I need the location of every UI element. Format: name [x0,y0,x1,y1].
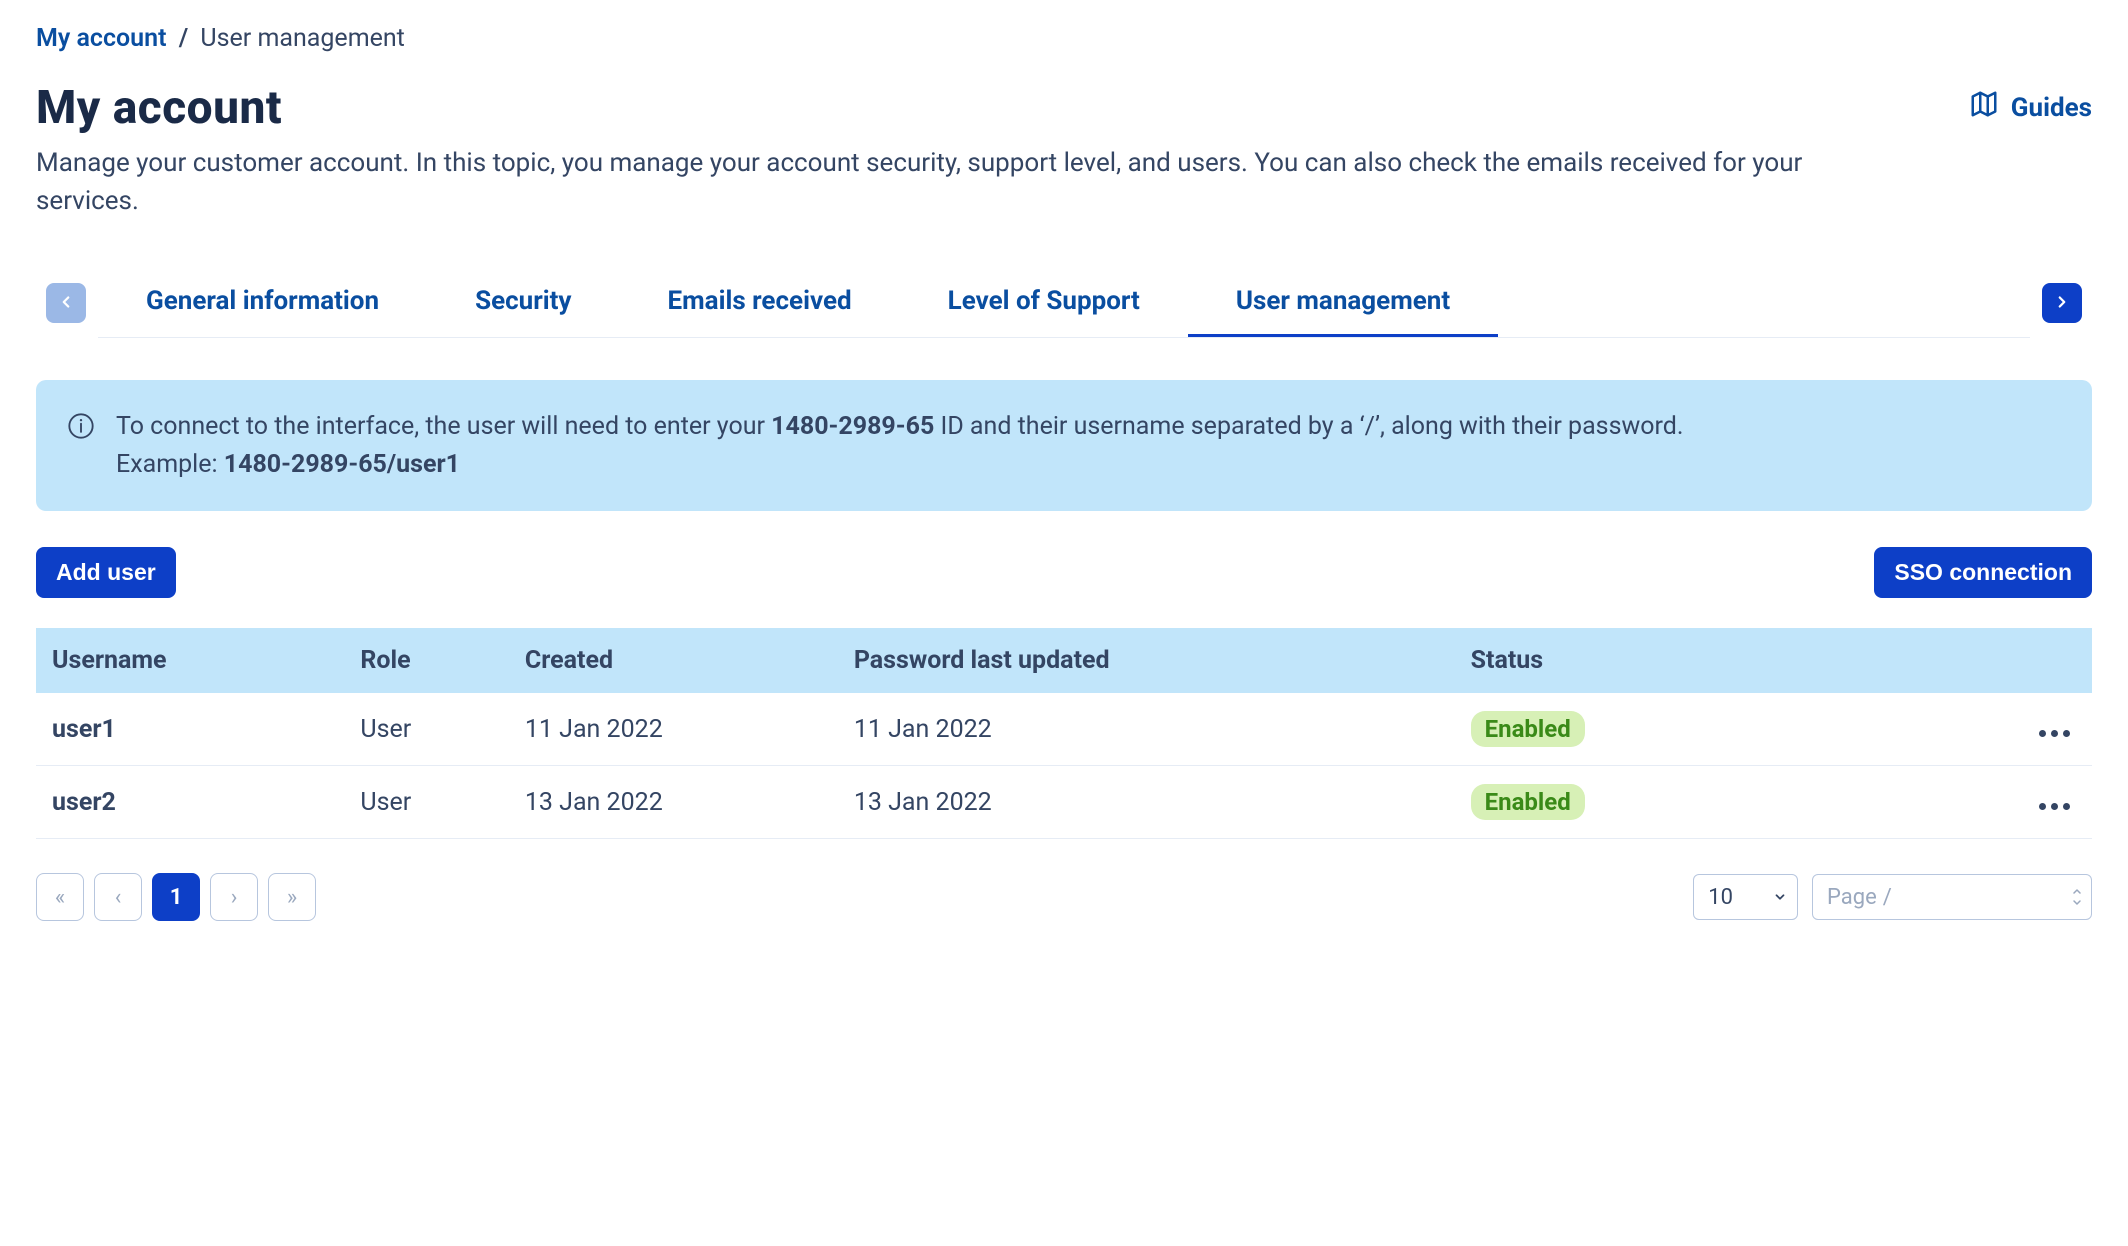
stepper-down-icon [2071,898,2083,908]
col-created: Created [509,628,838,693]
info-icon [66,411,96,441]
cell-updated: 11 Jan 2022 [838,693,1455,766]
row-actions-menu-button[interactable] [2033,724,2076,743]
tabs-scroll-right-button[interactable] [2042,283,2082,323]
chevron-left-icon [57,289,75,317]
col-actions [1907,628,2092,693]
col-status: Status [1455,628,1907,693]
table-header-row: Username Role Created Password last upda… [36,628,2092,693]
add-user-button[interactable]: Add user [36,547,176,598]
sso-connection-button[interactable]: SSO connection [1874,547,2092,598]
cell-actions [1907,766,2092,839]
table-row: user2 User 13 Jan 2022 13 Jan 2022 Enabl… [36,766,2092,839]
col-username: Username [36,628,344,693]
cell-username: user1 [36,693,344,766]
breadcrumb-current: User management [200,24,404,53]
status-badge: Enabled [1471,784,1585,820]
users-table: Username Role Created Password last upda… [36,628,2092,839]
breadcrumb-root-link[interactable]: My account [36,24,166,53]
pagination-controls: « ‹ 1 › » [36,873,316,921]
table-row: user1 User 11 Jan 2022 11 Jan 2022 Enabl… [36,693,2092,766]
stepper-up-icon [2071,886,2083,896]
cell-role: User [344,693,508,766]
tabs-scroll-left-button[interactable] [46,283,86,323]
page-stepper[interactable] [2071,886,2083,908]
per-page-value: 10 [1708,885,1733,910]
guides-label: Guides [2011,93,2092,123]
page-jump-sep: / [1883,885,1892,910]
info-example-value: 1480-2989-65/user1 [224,450,460,479]
guides-button[interactable]: Guides [1969,81,2092,126]
cell-username: user2 [36,766,344,839]
page-jump-input[interactable]: Page / [1812,874,2092,920]
tab-security[interactable]: Security [427,268,619,337]
cell-created: 13 Jan 2022 [509,766,838,839]
cell-created: 11 Jan 2022 [509,693,838,766]
page-last-button[interactable]: » [268,873,316,921]
breadcrumb: My account / User management [36,24,2092,53]
info-account-id: 1480-2989-65 [771,412,934,441]
page-title: My account [36,81,282,135]
cell-role: User [344,766,508,839]
dots-icon [2039,803,2046,810]
tab-user-management[interactable]: User management [1188,268,1498,337]
cell-status: Enabled [1455,766,1907,839]
info-panel: To connect to the interface, the user wi… [36,380,2092,511]
tab-emails-received[interactable]: Emails received [620,268,900,337]
chevron-right-icon [2053,289,2071,317]
info-example-label: Example: [116,450,224,479]
page-number-button[interactable]: 1 [152,873,200,921]
page-description: Manage your customer account. In this to… [36,145,1836,220]
tab-level-of-support[interactable]: Level of Support [900,268,1188,337]
chevron-down-icon [1773,885,1787,910]
breadcrumb-separator: / [179,24,189,53]
row-actions-menu-button[interactable] [2033,797,2076,816]
status-badge: Enabled [1471,711,1585,747]
dots-icon [2039,730,2046,737]
tabs-bar: General information Security Emails rece… [98,268,2030,338]
tab-general-information[interactable]: General information [98,268,427,337]
page-first-button[interactable]: « [36,873,84,921]
page-next-button[interactable]: › [210,873,258,921]
page-jump-label: Page [1827,885,1877,910]
page-prev-button[interactable]: ‹ [94,873,142,921]
info-text-mid: ID and their username separated by a ‘/’… [934,412,1683,441]
per-page-select[interactable]: 10 [1693,874,1798,920]
info-text: To connect to the interface, the user wi… [116,408,1683,483]
map-icon [1969,89,1999,126]
cell-actions [1907,693,2092,766]
col-password-updated: Password last updated [838,628,1455,693]
cell-updated: 13 Jan 2022 [838,766,1455,839]
cell-status: Enabled [1455,693,1907,766]
col-role: Role [344,628,508,693]
info-text-pre: To connect to the interface, the user wi… [116,412,771,441]
